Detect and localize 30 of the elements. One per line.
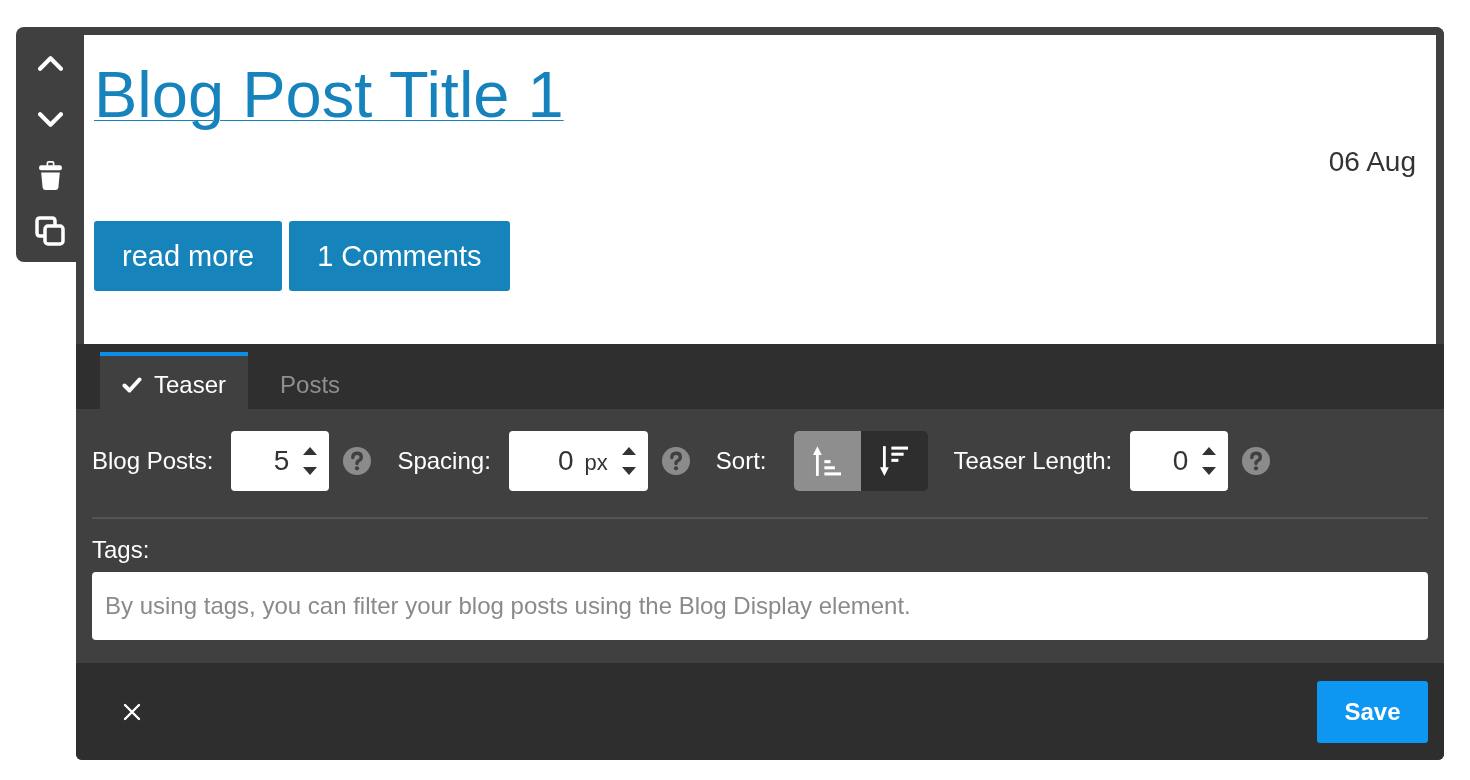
number-field[interactable]: 0: [1130, 431, 1229, 491]
stepper-icon[interactable]: [621, 446, 636, 476]
field-label: Teaser Length:: [953, 447, 1113, 475]
tab[interactable]: Posts: [258, 352, 363, 409]
close-icon: [123, 702, 141, 721]
tags-label: Tags:: [92, 536, 150, 564]
tags-field[interactable]: By using tags, you can filter your blog posts using the Blog Display element.: [92, 572, 1428, 640]
save-button[interactable]: Save: [1317, 680, 1428, 743]
field-label: Blog Posts:: [92, 447, 214, 475]
trash-icon: [38, 160, 62, 190]
field-label: Sort:: [715, 447, 767, 475]
chevron-down-icon: [37, 111, 63, 127]
stepper-icon[interactable]: [303, 446, 318, 476]
stepper-icon[interactable]: [1202, 446, 1217, 476]
post-button[interactable]: read more: [94, 221, 283, 291]
check-icon: [122, 376, 142, 393]
post-date: 06 Aug: [1328, 145, 1416, 179]
help-icon[interactable]: [343, 447, 372, 475]
help-icon[interactable]: [1242, 447, 1271, 475]
duplicate-icon: [35, 216, 65, 246]
sort-ascending-icon: [813, 446, 841, 476]
help-icon[interactable]: [661, 447, 690, 475]
number-field[interactable]: 5: [231, 431, 330, 491]
tab[interactable]: Teaser: [100, 352, 249, 409]
post-button[interactable]: 1 Comments: [289, 221, 510, 291]
chevron-up-icon: [37, 55, 63, 71]
sort-descending-icon: [880, 446, 908, 476]
field-label: Spacing:: [397, 447, 491, 475]
post-title-link[interactable]: Blog Post Title 1: [94, 57, 564, 132]
number-field[interactable]: 0 px: [508, 431, 648, 491]
